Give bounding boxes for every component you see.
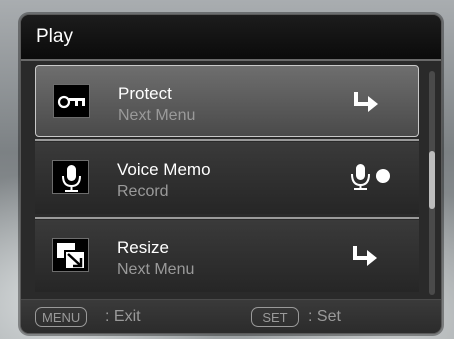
- menu-item-label: Resize: [117, 238, 169, 257]
- menu-item-sublabel: Next Menu: [118, 107, 196, 124]
- submenu-arrow-icon: [351, 244, 381, 273]
- menu-item-resize[interactable]: Resize Next Menu: [35, 220, 419, 292]
- set-key-badge[interactable]: SET: [251, 307, 299, 327]
- menu-item-protect[interactable]: Protect Next Menu: [35, 65, 419, 137]
- menu-item-voice-memo[interactable]: Voice Memo Record: [35, 142, 419, 214]
- exit-hint: : Exit: [105, 308, 141, 325]
- resize-icon: [52, 238, 89, 272]
- playback-menu-panel: Play Protect Next Menu Voice Memo Record…: [20, 14, 442, 334]
- menu-divider: [35, 217, 419, 219]
- menu-item-label: Protect: [118, 84, 172, 103]
- record-mic-icon: [351, 162, 395, 197]
- submenu-arrow-icon: [352, 90, 382, 119]
- menu-item-sublabel: Next Menu: [117, 261, 195, 278]
- menu-key-badge[interactable]: MENU: [35, 307, 88, 327]
- menu-title: Play: [36, 26, 73, 47]
- menu-list: Protect Next Menu Voice Memo Record Resi…: [35, 65, 429, 295]
- button-hint-footer: MENU : Exit SET : Set: [21, 299, 441, 333]
- title-bar: Play: [21, 15, 441, 61]
- menu-item-sublabel: Record: [117, 183, 169, 200]
- key-icon: [53, 84, 90, 118]
- menu-item-label: Voice Memo: [117, 160, 211, 179]
- scrollbar-thumb[interactable]: [429, 151, 435, 209]
- menu-scrollbar[interactable]: [429, 71, 435, 295]
- microphone-icon: [52, 160, 89, 194]
- set-hint: : Set: [308, 308, 341, 325]
- menu-divider: [35, 139, 419, 141]
